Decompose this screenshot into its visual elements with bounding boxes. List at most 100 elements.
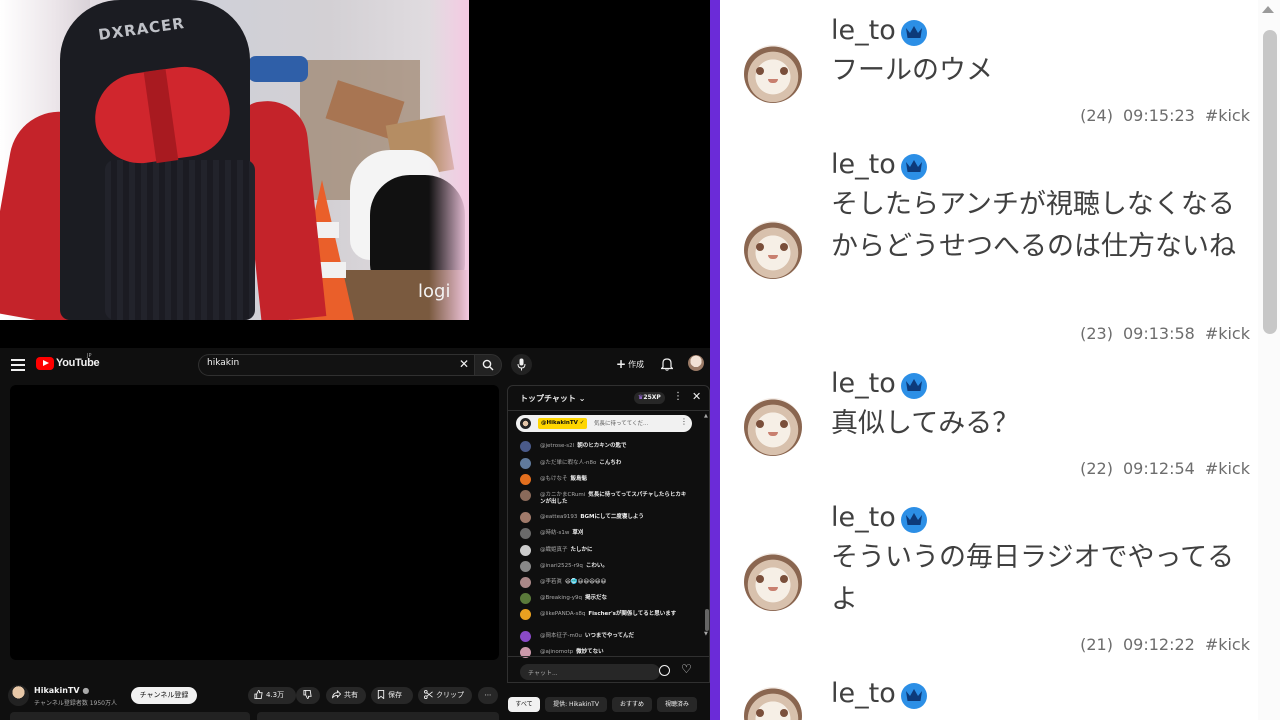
more-options-icon[interactable]: ⋮ [673,391,683,402]
youtube-wordmark[interactable]: YouTube [56,357,100,369]
comment-card[interactable]: le_to 真似してみる？ (22) 09:12:54 #kick [720,353,1263,489]
channel-avatar[interactable] [8,685,29,706]
chat-username[interactable]: @ajinomotp [540,649,573,655]
commenter-name: le_to [831,149,896,180]
chat-message-body: @カニかまCRumi 気長に待ってってスパチャしたらヒカキンが出した [540,492,690,506]
scroll-up-icon[interactable]: ▲ [704,413,708,419]
channel-name-text: HikakinTV [34,686,80,695]
description-card[interactable] [257,712,499,720]
chip-recommended[interactable]: おすすめ [612,697,652,712]
chat-input[interactable]: チャット... [520,664,660,680]
blue-bag [248,56,308,82]
chat-username[interactable]: @織姫真子 [540,547,568,553]
chat-avatar[interactable] [520,490,531,501]
comment-meta: (21) 09:12:22 #kick [1080,635,1250,654]
user-avatar[interactable] [744,552,802,611]
chat-username[interactable]: @李若眞 [540,579,562,585]
save-button[interactable]: 保存 [371,687,413,704]
chip-all[interactable]: すべて [508,697,540,712]
chevron-down-icon: ⌄ [578,394,586,403]
more-actions-icon[interactable]: ⋯ [478,687,498,704]
scroll-down-icon[interactable]: ▼ [704,631,708,637]
create-button[interactable]: + 作成 [616,357,644,371]
chat-username[interactable]: @likePANDA-s8q [540,611,585,617]
chat-avatar[interactable] [520,441,531,452]
like-button[interactable]: 4.3万 [248,687,296,704]
share-button[interactable]: 共有 [326,687,366,704]
comment-meta: (23) 09:13:58 #kick [1080,324,1250,343]
chat-message-body: @李若眞 😃🥶😃😃😃😃😃 [540,579,690,586]
pinned-user[interactable]: @HikakinTV ✓ [538,418,588,429]
clip-label: クリップ [436,691,464,699]
chat-message-body: @時紡-s1w 草刈 [540,530,690,537]
youtube-logo-icon[interactable] [36,357,54,370]
user-avatar[interactable] [744,220,802,279]
heart-icon[interactable]: ♡ [681,662,692,676]
panel-scrollbar[interactable] [1258,0,1280,720]
commenter-name: le_to [831,15,896,46]
hamburger-menu-icon[interactable] [11,356,25,372]
subscriber-count: チャンネル登録者数 1950万人 [34,700,117,707]
dislike-button[interactable] [296,687,320,704]
chat-text: こんちわ [599,460,622,466]
emoji-icon[interactable] [659,665,670,676]
video-player[interactable] [10,385,499,660]
chat-avatar[interactable] [520,561,531,572]
scroll-up-icon[interactable] [1262,6,1274,13]
chat-avatar[interactable] [520,512,531,523]
user-avatar[interactable] [744,397,802,456]
clear-search-icon[interactable]: ✕ [459,357,469,371]
chat-text: 掲示だな [585,595,608,601]
chat-username[interactable]: @岡本征子-m0u [540,633,582,639]
description-card[interactable] [10,712,250,720]
comment-card[interactable]: le_to そういうの毎日ラジオでやってるよ (21) 09:12:22 #kick [720,487,1263,665]
chat-avatar[interactable] [520,528,531,539]
chat-scrollbar[interactable] [705,609,709,631]
comment-card[interactable]: le_to [720,663,1263,720]
notifications-bell-icon[interactable] [660,356,674,375]
chat-avatar[interactable] [520,545,531,556]
youtube-masthead: YouTube JP hikakin ✕ + 作成 [0,348,710,380]
bookmark-icon [377,690,385,700]
chat-username[interactable]: @jetrose-s2l [540,443,574,449]
chat-message-body: @もけなそ 飯島魁 [540,476,690,483]
comment-card[interactable]: le_to そしたらアンチが視聴しなくなるからどうせつへるのは仕方ないね (23) 0… [720,134,1263,355]
chat-avatar[interactable] [520,631,531,642]
account-avatar[interactable] [688,355,704,371]
xp-badge[interactable]: ♛25XP [634,392,665,404]
close-icon[interactable]: ✕ [692,390,701,403]
chat-text: Fischer'sが関係してると思います [588,611,677,617]
chat-mode-dropdown[interactable]: トップチャット ⌄ [520,393,585,404]
xp-value: 25XP [643,394,661,401]
chat-username[interactable]: @Breaking-y9q [540,595,582,601]
scrollbar-thumb[interactable] [1263,30,1277,334]
chip-watched[interactable]: 視聴済み [657,697,697,712]
chat-username[interactable]: @時紡-s1w [540,530,569,536]
chat-username[interactable]: @ただ単に暇な人-n8o [540,460,596,466]
pinned-more-icon[interactable]: ⋮ [680,417,688,426]
chat-username[interactable]: @eattea9193 [540,514,577,520]
subscribe-button[interactable]: チャンネル登録 [131,687,197,704]
chat-avatar[interactable] [520,593,531,604]
crown-badge-icon [901,683,927,709]
chat-avatar[interactable] [520,474,531,485]
chip-from-channel[interactable]: 提供: HikakinTV [545,697,607,712]
divider [508,656,709,657]
user-avatar[interactable] [744,44,802,103]
search-value[interactable]: hikakin [207,358,239,368]
chat-username[interactable]: @もけなそ [540,476,568,482]
channel-name[interactable]: HikakinTV ● [34,686,89,695]
search-button[interactable] [474,354,502,376]
comment-card[interactable]: le_to フールのウメ (24) 09:15:23 #kick [720,0,1263,136]
chat-username[interactable]: @カニかまCRumi [540,492,585,498]
comment-count: (24) [1080,106,1113,125]
chat-avatar[interactable] [520,458,531,469]
voice-search-button[interactable] [511,354,532,375]
search-input[interactable]: hikakin ✕ [198,354,475,376]
chat-username[interactable]: @inari2525-r9q [540,563,583,569]
user-avatar[interactable] [744,687,802,720]
chat-avatar[interactable] [520,577,531,588]
clip-button[interactable]: クリップ [418,687,472,704]
pinned-message[interactable]: @HikakinTV ✓ 気長に待っててくだ... ⋮ [516,415,692,432]
chat-avatar[interactable] [520,609,531,620]
